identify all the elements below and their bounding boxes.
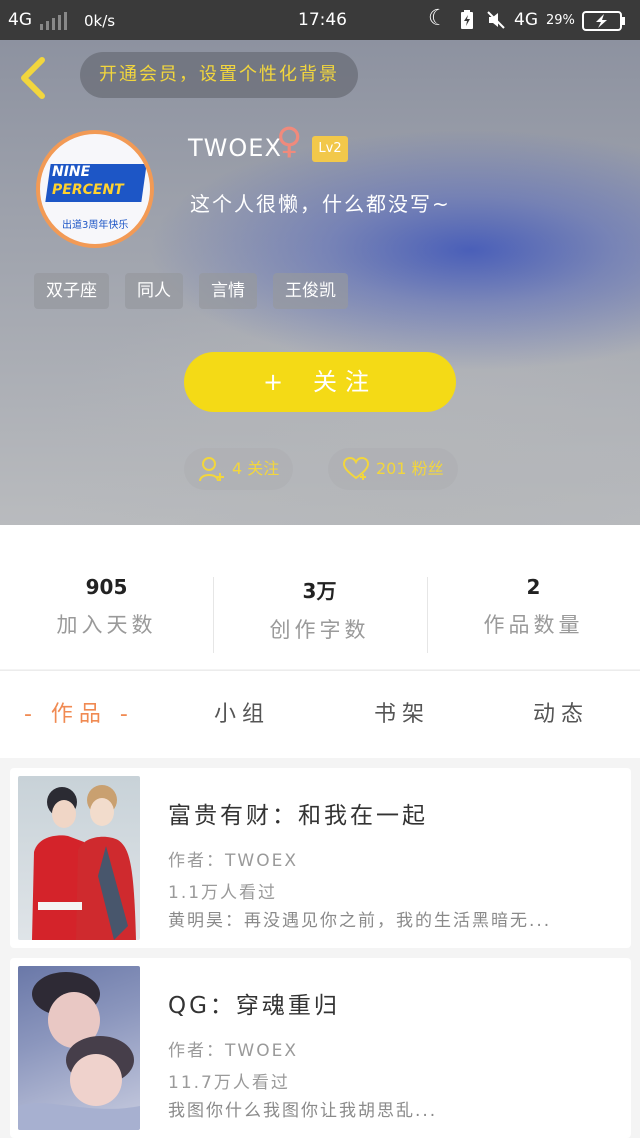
work-cover-image: [18, 776, 140, 940]
level-badge: Lv2: [312, 136, 348, 162]
network-indicator: 4G: [8, 10, 32, 30]
work-card[interactable]: 富贵有财：和我在一起 作者：TWOEX 1.1万人看过 黄明昊：再没遇见你之前，…: [10, 768, 631, 948]
vip-banner-button[interactable]: 开通会员，设置个性化背景: [80, 52, 358, 98]
work-excerpt: 我图你什么我图你让我胡思乱...: [168, 1101, 438, 1121]
tag-item[interactable]: 王俊凯: [273, 273, 348, 309]
tab-groups[interactable]: 小组: [214, 671, 270, 759]
user-bio: 这个人很懒，什么都没写~: [190, 192, 451, 216]
heart-icon: [342, 457, 370, 480]
status-bar: 4G 0k/s 17:46 ☾ 4G 29%: [0, 0, 640, 40]
fans-button[interactable]: 201 粉丝: [328, 448, 458, 490]
tab-works[interactable]: - 作品 -: [24, 671, 134, 759]
work-excerpt: 黄明昊：再没遇见你之前，我的生活黑暗无...: [168, 911, 552, 931]
following-count-label: 4 关注: [232, 459, 280, 478]
tag-item[interactable]: 同人: [125, 273, 183, 309]
back-arrow-icon[interactable]: [16, 56, 52, 100]
fans-count-label: 201 粉丝: [376, 459, 444, 478]
female-icon: ♀: [276, 121, 303, 162]
network-type: 4G: [514, 10, 538, 30]
signal-icon: [40, 12, 67, 30]
work-card[interactable]: QG：穿魂重归 作者：TWOEX 11.7万人看过 我图你什么我图你让我胡思乱.…: [10, 958, 631, 1138]
plus-icon: +: [262, 368, 292, 396]
tab-bookshelf[interactable]: 书架: [374, 671, 430, 759]
work-cover-image: [18, 966, 140, 1130]
tab-activity[interactable]: 动态: [533, 671, 589, 759]
work-author: 作者：TWOEX: [168, 851, 298, 871]
stat-value: 3万: [302, 579, 337, 603]
tag-item[interactable]: 言情: [199, 273, 257, 309]
tag-item[interactable]: 双子座: [34, 273, 109, 309]
work-author: 作者：TWOEX: [168, 1041, 298, 1061]
tab-bar: - 作品 - 小组 书架 动态: [0, 670, 640, 758]
work-title: QG：穿魂重归: [168, 993, 340, 1019]
user-plus-icon: [199, 457, 224, 482]
tag-list: 双子座 同人 言情 王俊凯: [34, 273, 348, 309]
stat-work-count: 2 作品数量: [427, 575, 640, 639]
follow-button[interactable]: + 关注: [184, 352, 456, 412]
username: TWOEX: [188, 134, 282, 162]
network-speed: 0k/s: [84, 12, 116, 30]
work-views: 1.1万人看过: [168, 883, 278, 903]
profile-header: 开通会员，设置个性化背景 NINE PERCENT 出道3周年快乐 TWOEX …: [0, 40, 640, 525]
avatar-text-line3: 出道3周年快乐: [62, 220, 129, 231]
stat-join-days: 905 加入天数: [0, 575, 213, 639]
stat-label: 加入天数: [56, 613, 157, 637]
stat-value: 2: [526, 575, 541, 599]
mute-icon: [487, 11, 505, 29]
stat-label: 作品数量: [483, 613, 584, 637]
work-views: 11.7万人看过: [168, 1073, 290, 1093]
works-list: 富贵有财：和我在一起 作者：TWOEX 1.1万人看过 黄明昊：再没遇见你之前，…: [0, 758, 640, 1138]
moon-icon: ☾: [428, 6, 448, 31]
following-button[interactable]: 4 关注: [184, 448, 294, 490]
avatar-text-line2: PERCENT: [52, 182, 124, 198]
stat-word-count: 3万 创作字数: [213, 575, 426, 644]
stat-label: 创作字数: [269, 618, 370, 642]
follow-button-label: 关注: [313, 368, 378, 396]
battery-saver-icon: [461, 10, 473, 29]
avatar-text-line1: NINE: [52, 164, 91, 180]
stat-value: 905: [85, 575, 128, 599]
battery-percent: 29%: [546, 13, 575, 28]
stats-panel: 905 加入天数 3万 创作字数 2 作品数量: [0, 525, 640, 669]
clock: 17:46: [298, 10, 347, 30]
avatar[interactable]: NINE PERCENT 出道3周年快乐: [36, 130, 154, 248]
work-title: 富贵有财：和我在一起: [168, 803, 428, 829]
battery-icon: [582, 11, 625, 31]
